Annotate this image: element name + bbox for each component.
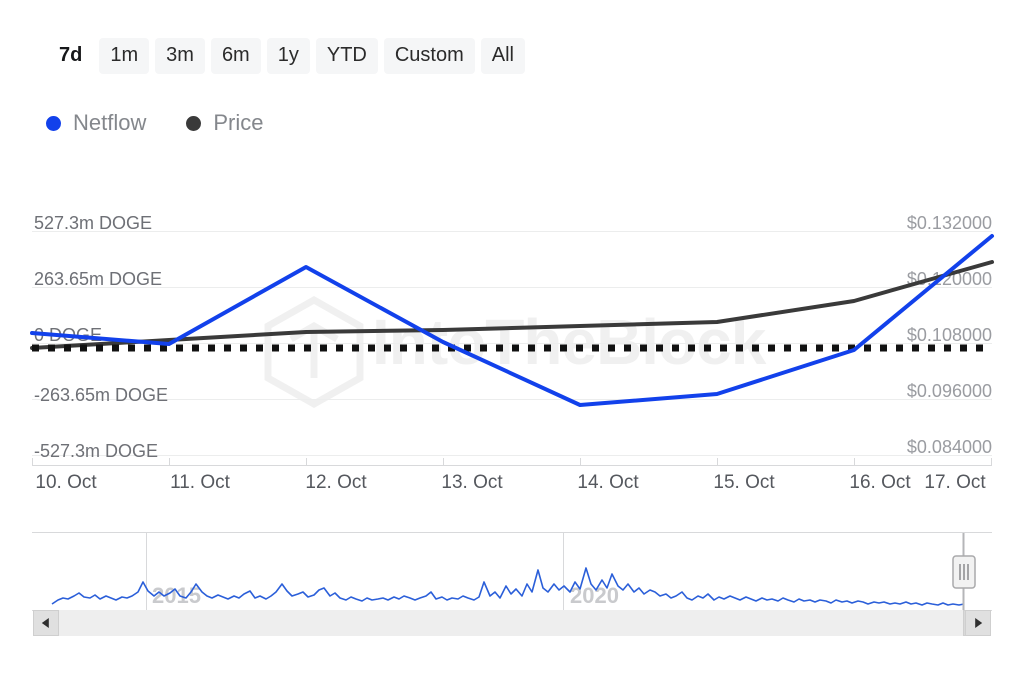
chart-legend: Netflow Price [46,112,263,134]
y-right-tick-3: $0.096000 [907,381,992,401]
y-right-tick-4: $0.084000 [907,437,992,457]
scrollbar-track[interactable] [33,610,991,636]
range-option-6m[interactable]: 6m [211,38,261,74]
scrollbar-left-arrow-button[interactable] [33,610,59,636]
range-option-custom[interactable]: Custom [384,38,475,74]
range-option-3m[interactable]: 3m [155,38,205,74]
range-option-1m[interactable]: 1m [99,38,149,74]
x-axis: 10. Oct 11. Oct 12. Oct 13. Oct 14. Oct … [32,458,992,493]
y-left-tick-0: 527.3m DOGE [34,213,152,233]
y-right-tick-2: $0.108000 [907,325,992,345]
range-selector: 7d 1m 3m 6m 1y YTD Custom All [48,38,525,74]
y-right-tick-0: $0.132000 [907,213,992,233]
navigator-year-label-2020: 2020 [570,583,619,608]
y-left-tick-4: -527.3m DOGE [34,441,158,461]
legend-item-price[interactable]: Price [186,112,263,134]
legend-dot-icon-netflow [46,116,61,131]
range-option-all[interactable]: All [481,38,525,74]
x-axis-tick-0: 10. Oct [35,472,97,493]
navigator-right-handle[interactable] [953,556,975,588]
x-axis-tick-5: 15. Oct [713,472,775,493]
navigator-year-gridlines [147,533,964,610]
y-axis-right-labels: $0.132000 $0.120000 $0.108000 $0.096000 … [907,213,992,457]
legend-item-netflow[interactable]: Netflow [46,112,146,134]
scrollbar-right-arrow-button[interactable] [965,610,991,636]
navigator-scrollbar[interactable] [33,610,991,636]
watermark-label: IntoTheBlock [372,306,767,378]
range-option-7d[interactable]: 7d [48,38,93,74]
chart-plot-area[interactable]: IntoTheBlock 527.3m DOGE 263.65m DOGE 0 … [0,196,1024,496]
chart-navigator[interactable]: 2015 2020 [0,526,1024,616]
legend-dot-icon-price [186,116,201,131]
legend-label-netflow: Netflow [73,112,146,134]
x-axis-tick-3: 13. Oct [441,472,503,493]
caret-left-icon [42,618,49,628]
range-option-1y[interactable]: 1y [267,38,310,74]
x-axis-tick-6: 16. Oct [849,472,911,493]
legend-label-price: Price [213,112,263,134]
caret-right-icon [975,618,982,628]
range-option-ytd[interactable]: YTD [316,38,378,74]
x-axis-tick-2: 12. Oct [305,472,367,493]
navigator-svg: 2015 2020 [0,526,1024,616]
y-left-tick-3: -263.65m DOGE [34,385,168,405]
netflow-price-chart-widget: 7d 1m 3m 6m 1y YTD Custom All Netflow Pr… [0,0,1024,683]
x-axis-tick-7: 17. Oct [924,472,986,493]
chart-gridlines [32,232,992,456]
chart-svg: IntoTheBlock 527.3m DOGE 263.65m DOGE 0 … [0,196,1024,496]
intotheblock-watermark: IntoTheBlock [268,300,767,404]
x-axis-tick-1: 11. Oct [170,472,231,493]
x-axis-tick-4: 14. Oct [577,472,639,493]
y-left-tick-1: 263.65m DOGE [34,269,162,289]
